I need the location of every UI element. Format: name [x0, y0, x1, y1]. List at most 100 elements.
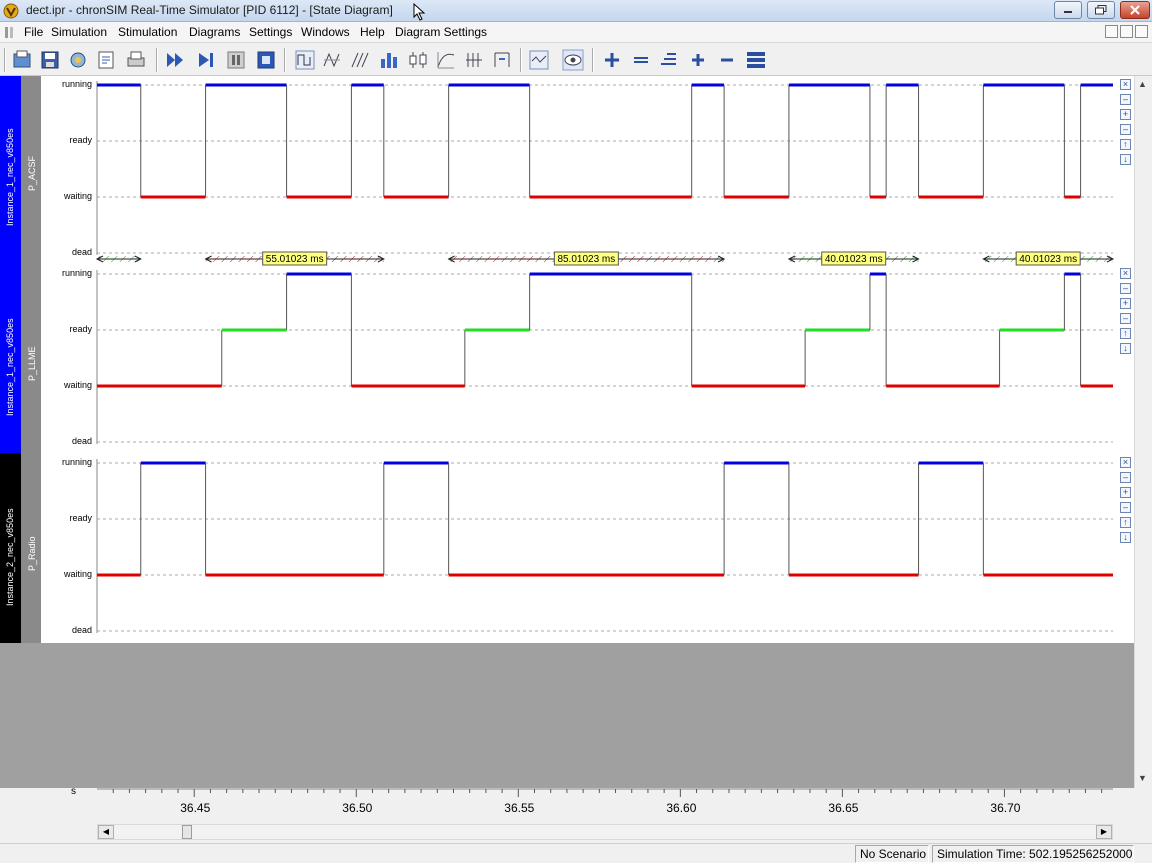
toolbar-align-button[interactable] — [657, 48, 681, 72]
multi-diagram-icon — [351, 52, 369, 68]
expand-row-button[interactable]: + — [1120, 487, 1131, 498]
minimize-button[interactable] — [1054, 1, 1082, 19]
pause-icon — [227, 51, 245, 69]
shrink-row-button[interactable]: – — [1120, 124, 1131, 135]
toolbar-curve-button[interactable] — [434, 48, 458, 72]
bar-chart-icon — [466, 53, 482, 67]
toolbar-save-button[interactable] — [38, 48, 62, 72]
toolbar-remove-row-button[interactable] — [629, 48, 653, 72]
window-title: dect.ipr - chronSIM Real-Time Simulator … — [26, 3, 393, 17]
toolbar-add-row-button[interactable] — [600, 48, 624, 72]
toolbar-compare-button[interactable] — [527, 48, 551, 72]
close-icon — [1130, 5, 1140, 15]
menu-diagrams[interactable]: Diagrams — [189, 25, 240, 39]
scroll-right-icon[interactable]: ▶ — [1096, 825, 1112, 839]
toolbar-bar-chart-button[interactable] — [462, 48, 486, 72]
toolbar — [0, 43, 1152, 76]
toolbar-separator — [4, 48, 6, 72]
menu-windows[interactable]: Windows — [301, 25, 350, 39]
list-icon — [747, 52, 765, 68]
scroll-up-icon[interactable]: ▲ — [1138, 79, 1147, 89]
mdi-close-button[interactable] — [1135, 25, 1148, 38]
menu-help[interactable]: Help — [360, 25, 385, 39]
close-row-button[interactable]: × — [1120, 79, 1131, 90]
print-icon — [127, 51, 145, 67]
close-row-button[interactable]: × — [1120, 268, 1131, 279]
close-button[interactable] — [1120, 1, 1150, 19]
menu-diagram-settings[interactable]: Diagram Settings — [395, 25, 487, 39]
axis-ticks — [97, 788, 1113, 797]
toolbar-marker-button[interactable] — [490, 48, 514, 72]
properties-icon — [98, 51, 114, 69]
toolbar-new-button[interactable] — [10, 48, 34, 72]
collapse-row-button[interactable]: – — [1120, 283, 1131, 294]
scroll-left-icon[interactable]: ◀ — [98, 825, 114, 839]
chronsim-app-icon[interactable] — [3, 3, 19, 19]
timing-diagram-icon — [323, 52, 340, 68]
state-diagram-chart[interactable]: 55.01023 ms 85.01023 ms 40.01023 ms 40.0102… — [0, 76, 1134, 643]
menu-bar: File Simulation Stimulation Diagrams Set… — [0, 22, 1152, 43]
toolbar-run-button[interactable] — [164, 48, 188, 72]
simulation-time-status: Simulation Time: 502.195256252000 s — [932, 845, 1134, 863]
expand-row-button[interactable]: + — [1120, 109, 1131, 120]
mdi-document-icon[interactable] — [4, 26, 18, 39]
toolbar-zoom-out-button[interactable] — [715, 48, 739, 72]
interval-annotation: 85.01023 ms — [447, 251, 726, 266]
scroll-down-icon[interactable]: ▼ — [1138, 773, 1147, 783]
vertical-scrollbar[interactable]: ▲ ▼ — [1134, 76, 1152, 788]
shrink-row-button[interactable]: – — [1120, 502, 1131, 513]
mdi-restore-button[interactable] — [1120, 25, 1133, 38]
interval-label: 40.01023 ms — [825, 254, 883, 265]
state-diagram-icon — [295, 50, 315, 70]
horizontal-scrollbar[interactable]: ◀ ▶ — [97, 824, 1113, 840]
compare-icon — [529, 50, 549, 70]
move-row-up-button[interactable]: ↑ — [1120, 139, 1131, 150]
axis-tick-label: 36.65 — [828, 801, 859, 815]
move-row-up-button[interactable]: ↑ — [1120, 517, 1131, 528]
menu-stimulation[interactable]: Stimulation — [118, 25, 177, 39]
scroll-thumb[interactable] — [182, 825, 192, 839]
toolbar-list-button[interactable] — [744, 48, 768, 72]
axis-tick-label: 36.70 — [990, 801, 1021, 815]
move-row-down-button[interactable]: ↓ — [1120, 343, 1131, 354]
histogram-icon — [381, 53, 397, 68]
move-row-up-button[interactable]: ↑ — [1120, 328, 1131, 339]
new-icon — [13, 50, 31, 68]
toolbar-timing-diagram-button[interactable] — [320, 48, 344, 72]
mouse-cursor-icon — [413, 3, 426, 21]
menu-file[interactable]: File — [24, 25, 43, 39]
menu-settings[interactable]: Settings — [249, 25, 292, 39]
toolbar-histogram-button[interactable] — [377, 48, 401, 72]
toolbar-print-button[interactable] — [124, 48, 148, 72]
remove-row-icon — [634, 57, 648, 63]
toolbar-box-plot-button[interactable] — [406, 48, 430, 72]
shrink-row-button[interactable]: – — [1120, 313, 1131, 324]
collapse-row-button[interactable]: – — [1120, 94, 1131, 105]
move-row-down-button[interactable]: ↓ — [1120, 532, 1131, 543]
toolbar-separator — [592, 48, 594, 72]
toolbar-settings-button[interactable] — [66, 48, 90, 72]
toolbar-state-diagram-button[interactable] — [293, 48, 317, 72]
settings-icon — [70, 52, 86, 68]
expand-row-button[interactable]: + — [1120, 298, 1131, 309]
box-plot-icon — [409, 52, 427, 68]
title-bar: dect.ipr - chronSIM Real-Time Simulator … — [0, 0, 1152, 22]
eye-icon — [562, 49, 584, 71]
toolbar-step-button[interactable] — [194, 48, 218, 72]
mdi-minimize-button[interactable] — [1105, 25, 1118, 38]
menu-simulation[interactable]: Simulation — [51, 25, 107, 39]
interval-label: 40.01023 ms — [1019, 254, 1077, 265]
zoom-in-icon — [692, 54, 704, 66]
move-row-down-button[interactable]: ↓ — [1120, 154, 1131, 165]
axis-tick-label: 36.45 — [180, 801, 211, 815]
interval-annotation — [95, 255, 142, 263]
toolbar-pause-button[interactable] — [224, 48, 248, 72]
toolbar-stop-button[interactable] — [254, 48, 278, 72]
maximize-button[interactable] — [1087, 1, 1115, 19]
toolbar-multi-diagram-button[interactable] — [348, 48, 372, 72]
toolbar-zoom-in-button[interactable] — [686, 48, 710, 72]
collapse-row-button[interactable]: – — [1120, 472, 1131, 483]
toolbar-view-button[interactable] — [561, 48, 585, 72]
close-row-button[interactable]: × — [1120, 457, 1131, 468]
toolbar-properties-button[interactable] — [94, 48, 118, 72]
